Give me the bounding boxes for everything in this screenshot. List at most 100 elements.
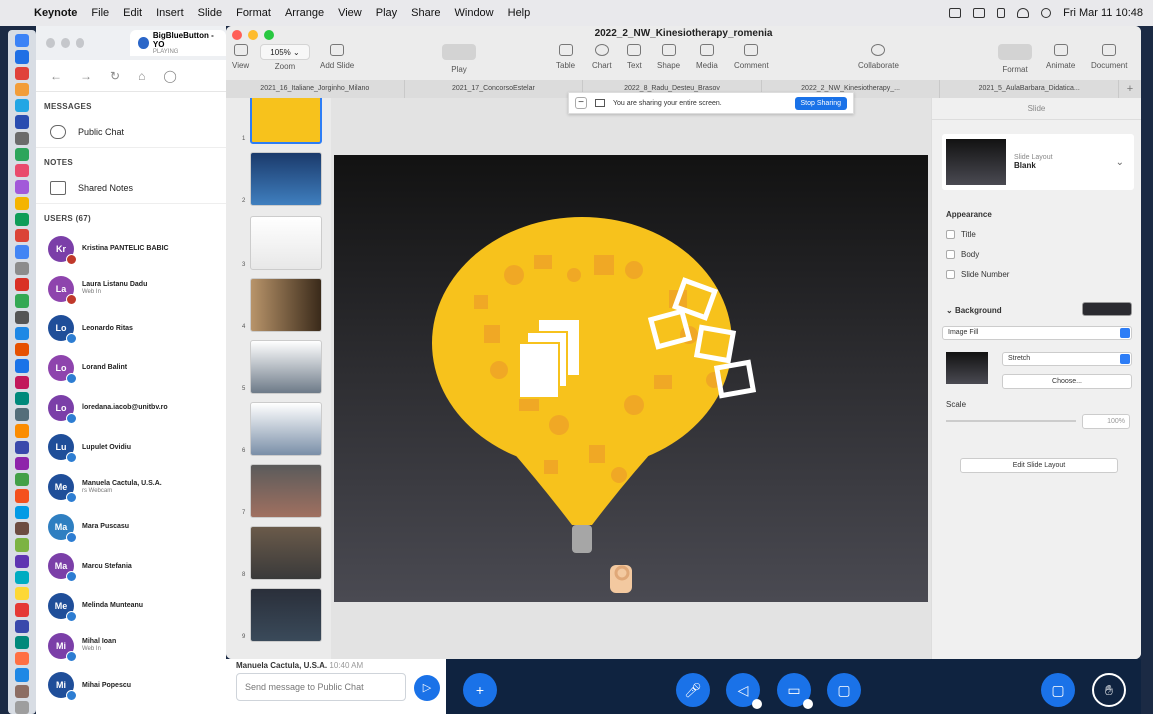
dock-app-icon[interactable] [15, 489, 29, 503]
wifi-icon[interactable] [1017, 8, 1030, 18]
body-box[interactable] [946, 250, 955, 259]
slide-thumbnail[interactable] [250, 340, 322, 394]
dock-app-icon[interactable] [15, 570, 29, 585]
slide-thumbnail[interactable] [250, 278, 322, 332]
inspector-heading[interactable]: Slide [932, 98, 1141, 120]
collapse-banner-icon[interactable]: − [575, 97, 587, 109]
document-button[interactable]: Document [1091, 44, 1127, 70]
dock-app-icon[interactable] [15, 326, 29, 341]
body-checkbox[interactable]: Body [946, 250, 979, 259]
dock-app-icon[interactable] [15, 147, 29, 162]
home-icon[interactable]: ⌂ [138, 69, 145, 83]
forward-icon[interactable]: → [80, 69, 92, 83]
dock-app-icon[interactable] [15, 245, 29, 259]
dock-app-icon[interactable] [15, 277, 29, 292]
user-list-item[interactable]: Ma Marcu Stefania [36, 547, 226, 587]
background-label[interactable]: ⌄ Background [946, 306, 1002, 315]
microphone-button[interactable]: 🎤︎ [676, 673, 710, 707]
scale-slider[interactable] [946, 420, 1076, 422]
new-tab-button[interactable]: + [1119, 80, 1141, 98]
document-tab[interactable]: 2021_16_Italiane_Jorginho_Milano [226, 80, 405, 98]
dock-app-icon[interactable] [15, 375, 29, 389]
view-button[interactable]: View [232, 44, 249, 70]
shield-icon[interactable]: ◯ [163, 69, 176, 83]
slide-thumbnail[interactable] [250, 216, 322, 270]
user-list-item[interactable]: Me Manuela Cactula, U.S.A. rs Webcam [36, 467, 226, 507]
dock-app-icon[interactable] [15, 115, 29, 129]
send-icon[interactable]: ▷ [414, 675, 440, 701]
dock-app-icon[interactable] [15, 343, 29, 357]
document-tab[interactable]: 2021_5_AulaBarbara_Didatica... [940, 80, 1119, 98]
dock-app-icon[interactable] [15, 635, 29, 650]
stop-sharing-button[interactable]: Stop Sharing [794, 96, 847, 110]
dock-app-icon[interactable] [15, 99, 29, 113]
dock-app-icon[interactable] [15, 554, 29, 568]
zoom-select[interactable]: 105% ⌄ [260, 44, 310, 60]
dock-app-icon[interactable] [15, 50, 29, 64]
comment-button[interactable]: Comment [734, 44, 769, 70]
slide-thumbnail[interactable] [250, 588, 322, 642]
dock-app-icon[interactable] [15, 294, 29, 308]
zoom-control[interactable]: 105% ⌄ Zoom [260, 44, 310, 71]
dock-app-icon[interactable] [15, 700, 29, 714]
dock-app-icon[interactable] [15, 619, 29, 633]
play-button[interactable]: Play [442, 44, 476, 74]
dock-app-icon[interactable] [15, 440, 29, 454]
camera-button[interactable]: ▭ [777, 673, 813, 709]
dock-app-icon[interactable] [15, 82, 29, 97]
dock-app-icon[interactable] [15, 505, 29, 519]
menu-item-view[interactable]: View [338, 7, 362, 19]
menu-item-keynote[interactable]: Keynote [34, 7, 77, 19]
slide-number-checkbox[interactable]: Slide Number [946, 270, 1009, 279]
dock-app-icon[interactable] [15, 164, 29, 178]
dock-app-icon[interactable] [15, 261, 29, 275]
window-min-dot[interactable] [60, 38, 70, 48]
dock-app-icon[interactable] [15, 310, 29, 324]
fill-type-select[interactable]: Image Fill [942, 326, 1132, 340]
add-slide-button[interactable]: Add Slide [320, 44, 354, 70]
dock-app-icon[interactable] [15, 66, 29, 80]
keyboard-icon[interactable] [949, 8, 962, 18]
user-list-item[interactable]: Lo Lorand Balint [36, 348, 226, 388]
menu-item-help[interactable]: Help [508, 7, 531, 19]
user-list-item[interactable]: Lu Lupulet Ovidiu [36, 427, 226, 467]
user-list-item[interactable]: Me Melinda Munteanu [36, 586, 226, 626]
slide-thumbnail[interactable] [250, 152, 322, 206]
slide-thumbnail[interactable] [250, 98, 322, 144]
edit-slide-layout-button[interactable]: Edit Slide Layout [960, 458, 1118, 473]
shared-notes-item[interactable]: Shared Notes [36, 173, 226, 203]
dock-app-icon[interactable] [15, 473, 29, 487]
presentation-button[interactable]: ▢ [1041, 673, 1075, 707]
dock-app-icon[interactable] [15, 34, 29, 48]
menu-item-share[interactable]: Share [411, 7, 440, 19]
clock[interactable]: Fri Mar 11 10:48 [1063, 7, 1143, 19]
dock-app-icon[interactable] [15, 359, 29, 373]
dock-app-icon[interactable] [15, 587, 29, 601]
window-close-dot[interactable] [46, 38, 55, 48]
user-list-item[interactable]: Lo loredana.iacob@unitbv.ro [36, 388, 226, 428]
slide-thumbnail[interactable] [250, 464, 322, 518]
user-list-item[interactable]: Mi Mihai Popescu [36, 666, 226, 706]
menu-item-edit[interactable]: Edit [123, 7, 142, 19]
dock-app-icon[interactable] [15, 196, 29, 210]
dock-app-icon[interactable] [15, 521, 29, 536]
user-list-item[interactable]: Kr Kristina PANTELIC BABIC [36, 229, 226, 269]
choose-button[interactable]: Choose... [1002, 374, 1132, 389]
title-checkbox[interactable]: Title [946, 230, 976, 239]
dock-app-icon[interactable] [15, 603, 29, 617]
dock-app-icon[interactable] [15, 424, 29, 438]
search-icon[interactable] [1041, 8, 1052, 18]
audio-button[interactable]: ◁ [726, 673, 762, 709]
slide-thumbnail[interactable] [250, 526, 322, 580]
dock-app-icon[interactable] [15, 684, 29, 698]
shape-button[interactable]: Shape [657, 44, 680, 70]
title-box[interactable] [946, 230, 955, 239]
back-icon[interactable]: ← [50, 69, 62, 83]
slide-number-box[interactable] [946, 270, 955, 279]
menu-item-arrange[interactable]: Arrange [285, 7, 324, 19]
chart-button[interactable]: Chart [592, 44, 612, 70]
current-slide[interactable] [334, 155, 928, 602]
dock-app-icon[interactable] [15, 538, 29, 552]
dock-app-icon[interactable] [15, 131, 29, 145]
chat-input[interactable]: Send message to Public Chat [236, 673, 406, 701]
